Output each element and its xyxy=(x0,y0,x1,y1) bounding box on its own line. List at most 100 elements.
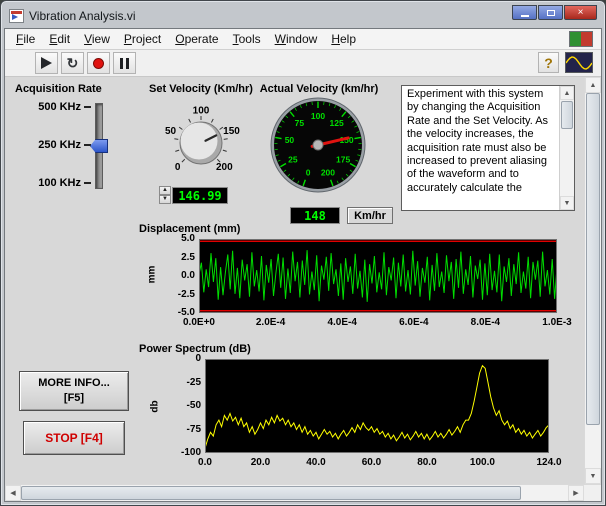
stop-button-label: STOP [F4] xyxy=(45,431,103,446)
scroll-up-icon[interactable]: ▲ xyxy=(585,77,601,93)
x-tick-label: 0.0 xyxy=(177,457,233,468)
x-tick-label: 20.0 xyxy=(232,457,288,468)
info-box: Experiment with this system by changing … xyxy=(401,85,575,211)
x-tick-label: 40.0 xyxy=(288,457,344,468)
x-tick-label: 2.0E-4 xyxy=(243,317,299,328)
x-tick-label: 8.0E-4 xyxy=(457,317,513,328)
more-info-button[interactable]: MORE INFO... [F5] xyxy=(19,371,129,411)
svg-text:75: 75 xyxy=(295,118,305,128)
x-tick-label: 60.0 xyxy=(343,457,399,468)
y-tick-label: 0.0 xyxy=(161,270,195,281)
minimize-button[interactable] xyxy=(512,5,537,20)
front-panel: Acquisition Rate 500 KHz 250 KHz 100 KHz S… xyxy=(5,77,584,484)
tick-mark xyxy=(84,144,91,146)
acquisition-tick-500-khz: 500 KHz xyxy=(23,101,91,113)
y-tick-label: 5.0 xyxy=(161,233,195,244)
scroll-down-icon[interactable]: ▼ xyxy=(585,468,601,484)
more-info-button-key: [F5] xyxy=(64,391,84,406)
help-icon: ? xyxy=(544,55,553,71)
x-tick-label: 124.0 xyxy=(521,457,577,468)
acquisition-rate-label: Acquisition Rate xyxy=(15,83,102,95)
minimize-icon xyxy=(521,15,529,17)
info-scrollbar[interactable]: ▲ ▼ xyxy=(559,86,574,210)
run-continuous-icon: ↻ xyxy=(67,56,79,70)
set-velocity-spinner: ▲ ▼ xyxy=(159,186,171,204)
run-icon xyxy=(41,57,52,69)
acquisition-tick-250-khz: 250 KHz xyxy=(23,139,91,151)
run-continuous-button[interactable]: ↻ xyxy=(61,52,84,74)
menu-view[interactable]: View xyxy=(77,30,117,48)
vi-icon xyxy=(9,9,24,23)
maximize-button[interactable] xyxy=(538,5,563,20)
horizontal-scroll-thumb[interactable] xyxy=(21,486,521,500)
pause-button[interactable] xyxy=(113,52,136,74)
x-tick-label: 4.0E-4 xyxy=(314,317,370,328)
title-bar[interactable]: Vibration Analysis.vi × xyxy=(4,4,602,28)
vertical-scrollbar[interactable]: ▲ ▼ xyxy=(584,77,601,484)
menu-help[interactable]: Help xyxy=(324,30,363,48)
scroll-up-icon[interactable]: ▲ xyxy=(560,86,574,100)
menu-tools[interactable]: Tools xyxy=(226,30,268,48)
power-spectrum-y-axis-label: db xyxy=(150,400,161,412)
menu-edit[interactable]: Edit xyxy=(42,30,77,48)
waveform-icon xyxy=(565,52,593,73)
actual-velocity-unit: Km/hr xyxy=(347,207,393,224)
svg-text:25: 25 xyxy=(288,155,298,165)
actual-velocity-value: 148 xyxy=(290,207,340,224)
set-velocity-value[interactable]: 146.99 xyxy=(172,187,228,204)
svg-text:125: 125 xyxy=(330,118,344,128)
context-help-button[interactable]: ? xyxy=(538,52,559,73)
spin-down-icon[interactable]: ▼ xyxy=(159,195,171,204)
window-title: Vibration Analysis.vi xyxy=(29,9,507,23)
app-window: Vibration Analysis.vi × FileEditViewProj… xyxy=(0,0,606,506)
displacement-plot xyxy=(199,239,557,313)
svg-text:0: 0 xyxy=(306,167,311,177)
acquisition-rate-slider-handle[interactable] xyxy=(90,139,108,153)
y-tick-label: -75 xyxy=(161,424,201,435)
y-tick-label: 2.5 xyxy=(161,252,195,263)
y-tick-label: -50 xyxy=(161,400,201,411)
maximize-icon xyxy=(547,10,555,16)
scroll-right-icon[interactable]: ▶ xyxy=(568,485,584,501)
pause-icon xyxy=(120,58,129,69)
vertical-scroll-thumb[interactable] xyxy=(586,93,600,425)
abort-icon xyxy=(93,58,104,69)
displacement-y-axis-label: mm xyxy=(146,266,157,284)
x-tick-label: 0.0E+0 xyxy=(171,317,227,328)
svg-text:50: 50 xyxy=(165,126,177,137)
set-velocity-knob[interactable]: 050100150200 xyxy=(146,95,256,183)
menu-project[interactable]: Project xyxy=(117,30,168,48)
toolbar: ↻ ? xyxy=(5,50,601,77)
svg-text:100: 100 xyxy=(193,106,210,117)
menu-items: FileEditViewProjectOperateToolsWindowHel… xyxy=(9,30,363,48)
horizontal-scrollbar[interactable]: ◀ ▶ xyxy=(5,484,584,501)
actual-velocity-gauge: 0255075100125150175200 xyxy=(268,93,368,195)
menu-bar: FileEditViewProjectOperateToolsWindowHel… xyxy=(5,29,601,50)
client-area: FileEditViewProjectOperateToolsWindowHel… xyxy=(4,28,602,502)
svg-text:200: 200 xyxy=(321,167,335,177)
stop-button[interactable]: STOP [F4] xyxy=(23,421,125,455)
scroll-left-icon[interactable]: ◀ xyxy=(5,485,21,501)
x-tick-label: 6.0E-4 xyxy=(386,317,442,328)
info-text: Experiment with this system by changing … xyxy=(402,86,559,210)
close-button[interactable]: × xyxy=(564,5,597,20)
acquisition-tick-100-khz: 100 KHz xyxy=(23,177,91,189)
displacement-chart: Displacement (mm) mm 5.02.50.0-2.5-5.00.… xyxy=(135,223,561,329)
scroll-down-icon[interactable]: ▼ xyxy=(560,196,574,210)
tick-mark xyxy=(84,182,91,184)
info-scroll-thumb[interactable] xyxy=(561,101,573,129)
tick-mark xyxy=(84,106,91,108)
scrollbar-corner xyxy=(584,484,601,501)
menu-window[interactable]: Window xyxy=(268,30,325,48)
spin-up-icon[interactable]: ▲ xyxy=(159,186,171,195)
run-button[interactable] xyxy=(35,52,58,74)
close-icon: × xyxy=(578,8,584,18)
svg-text:50: 50 xyxy=(285,135,295,145)
menu-operate[interactable]: Operate xyxy=(168,30,225,48)
svg-text:200: 200 xyxy=(216,162,233,173)
svg-text:175: 175 xyxy=(336,155,350,165)
svg-text:0: 0 xyxy=(175,162,181,173)
menu-file[interactable]: File xyxy=(9,30,42,48)
abort-button[interactable] xyxy=(87,52,110,74)
y-tick-label: -2.5 xyxy=(161,289,195,300)
